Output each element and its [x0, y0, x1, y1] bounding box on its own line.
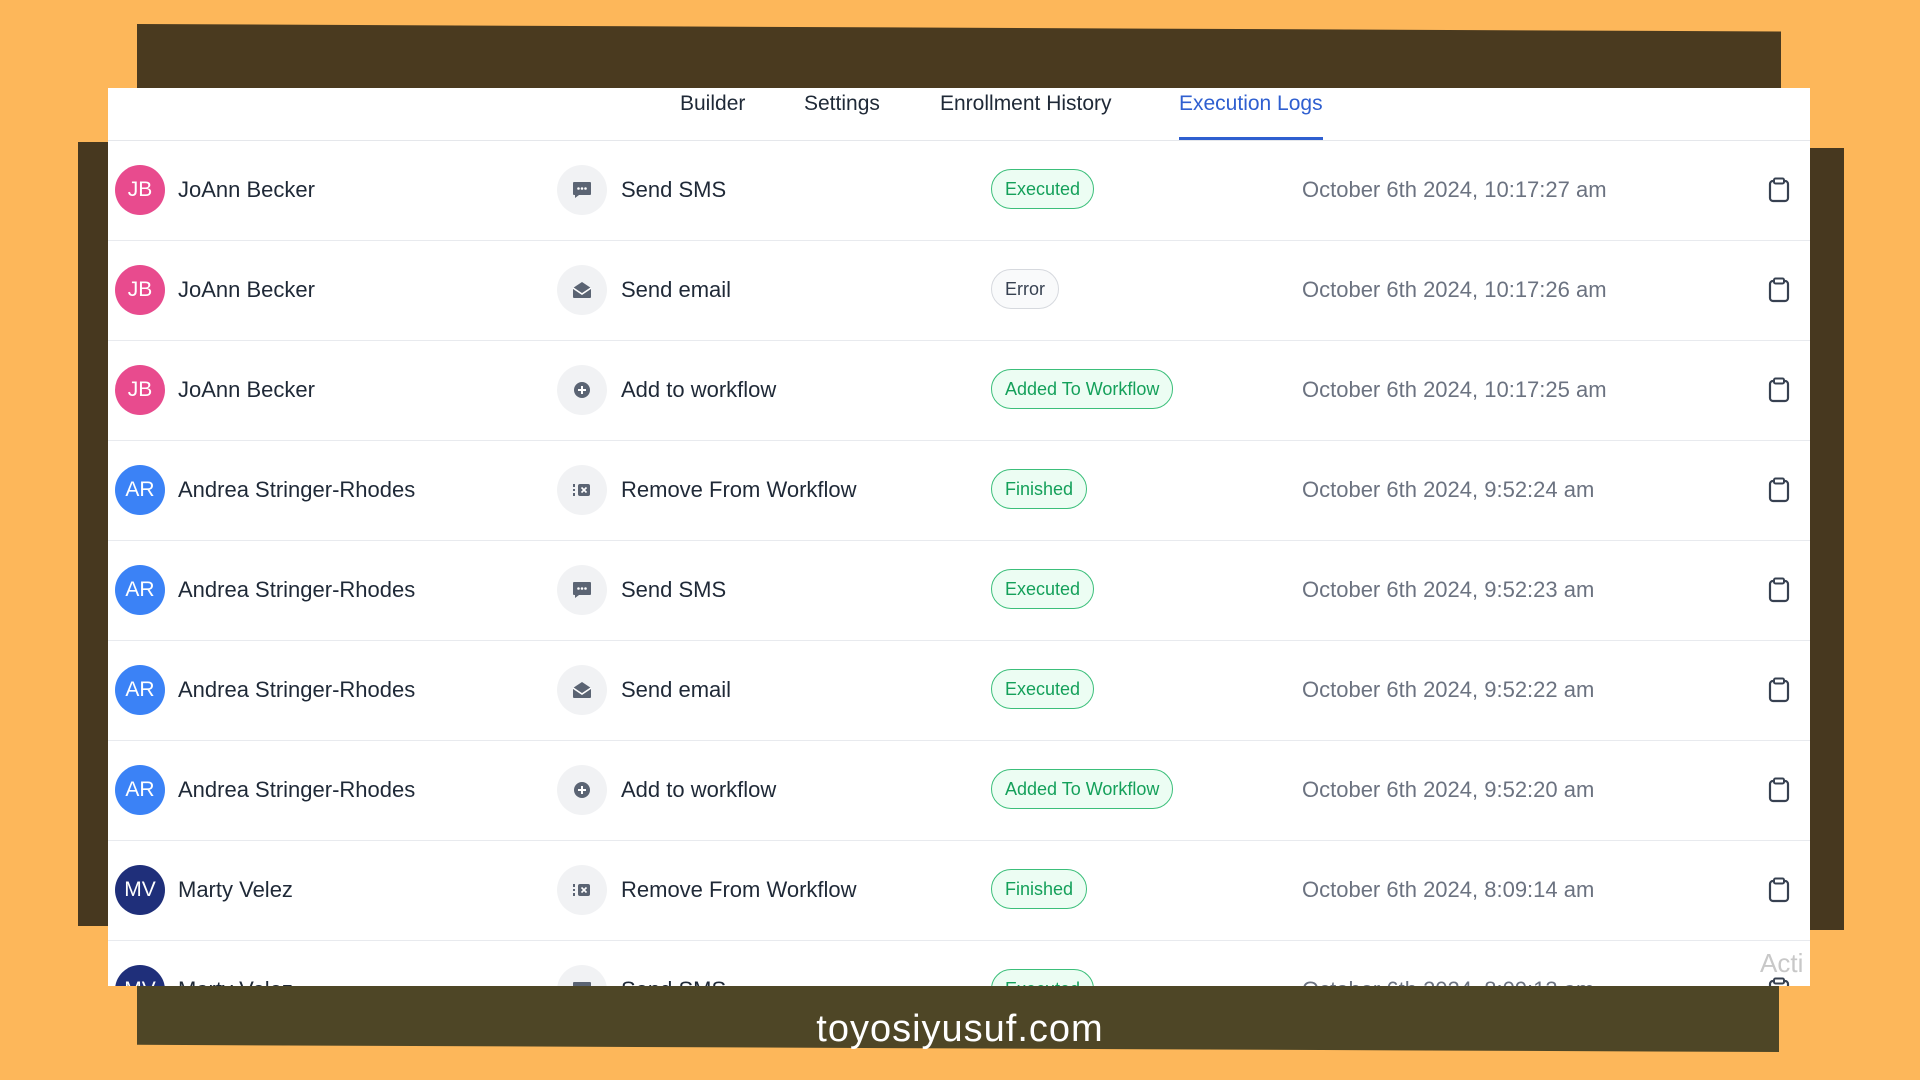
action-name: Remove From Workflow [621, 477, 857, 502]
log-row[interactable]: JB JoAnn Becker Send SMS Executed October 6t… [108, 141, 1810, 241]
action-name: Remove From Workflow [621, 877, 857, 902]
remove-workflow-icon [557, 865, 607, 915]
log-row[interactable]: AR Andrea Stringer-Rhodes Send SMS Executed… [108, 541, 1810, 641]
status-badge: Executed [991, 669, 1095, 709]
log-row[interactable]: JB JoAnn Becker Send email Error October 6th… [108, 241, 1810, 341]
plus-circle-icon [557, 765, 607, 815]
tab-bar: Builder Settings Enrollment History Exec… [108, 88, 1810, 141]
action-name: Send email [621, 677, 732, 702]
status-badge: Error [991, 269, 1059, 309]
status-badge: Executed [991, 169, 1095, 209]
sms-icon [557, 165, 607, 215]
remove-workflow-icon [557, 465, 607, 515]
avatar: AR [115, 765, 165, 815]
execution-time: October 6th 2024, 8:09:13 am [1302, 977, 1594, 986]
sms-icon [557, 965, 607, 986]
contact-name[interactable]: JoAnn Becker [178, 177, 315, 203]
clipboard-icon[interactable] [1768, 677, 1790, 703]
clipboard-icon[interactable] [1768, 877, 1790, 903]
clipboard-icon[interactable] [1768, 777, 1790, 803]
contact-name[interactable]: Marty Velez [178, 877, 293, 903]
avatar: AR [115, 665, 165, 715]
log-row[interactable]: MV Marty Velez Remove From Workflow Finishe… [108, 841, 1810, 941]
activate-windows-watermark: Acti [1760, 948, 1804, 978]
execution-time: October 6th 2024, 9:52:20 am [1302, 777, 1595, 802]
avatar: AR [115, 465, 165, 515]
log-row[interactable]: AR Andrea Stringer-Rhodes Add to workflow A… [108, 741, 1810, 841]
execution-time: October 6th 2024, 9:52:24 am [1302, 477, 1595, 502]
avatar: MV [115, 865, 165, 915]
action-name: Add to workflow [621, 777, 777, 802]
action-name: Send SMS [621, 577, 727, 602]
execution-time: October 6th 2024, 10:17:25 am [1302, 377, 1607, 402]
clipboard-icon[interactable] [1768, 277, 1790, 303]
contact-name[interactable]: Andrea Stringer-Rhodes [178, 477, 415, 503]
status-badge: Executed [991, 569, 1095, 609]
status-badge: Added To Workflow [991, 769, 1174, 809]
execution-logs-panel: Builder Settings Enrollment History Exec… [108, 88, 1810, 986]
avatar: JB [115, 165, 165, 215]
avatar: MV [115, 965, 165, 986]
log-row[interactable]: MV Marty Velez Send SMS Executed October 6th… [108, 941, 1810, 986]
avatar: AR [115, 565, 165, 615]
email-icon [557, 265, 607, 315]
action-name: Send email [621, 277, 732, 302]
log-list: JB JoAnn Becker Send SMS Executed October 6t… [108, 141, 1810, 986]
avatar: JB [115, 265, 165, 315]
action-name: Add to workflow [621, 377, 777, 402]
contact-name[interactable]: JoAnn Becker [178, 277, 315, 303]
execution-time: October 6th 2024, 10:17:26 am [1302, 277, 1607, 302]
execution-time: October 6th 2024, 10:17:27 am [1302, 177, 1607, 202]
email-icon [557, 665, 607, 715]
tab-builder[interactable]: Builder [680, 88, 745, 140]
status-badge: Executed [991, 969, 1095, 986]
log-row[interactable]: AR Andrea Stringer-Rhodes Remove From Work… [108, 441, 1810, 541]
contact-name[interactable]: Andrea Stringer-Rhodes [178, 677, 415, 703]
sms-icon [557, 565, 607, 615]
plus-circle-icon [557, 365, 607, 415]
footer-site-text: toyosiyusuf.com [816, 1008, 1104, 1050]
clipboard-icon[interactable] [1768, 577, 1790, 603]
action-name: Send SMS [621, 977, 726, 986]
execution-time: October 6th 2024, 9:52:23 am [1302, 577, 1595, 602]
execution-time: October 6th 2024, 9:52:22 am [1302, 677, 1595, 702]
tab-enrollment-history[interactable]: Enrollment History [940, 88, 1112, 140]
status-badge: Finished [991, 869, 1088, 909]
status-badge: Added To Workflow [991, 369, 1174, 409]
clipboard-icon[interactable] [1768, 177, 1790, 203]
log-row[interactable]: AR Andrea Stringer-Rhodes Send email Execut… [108, 641, 1810, 741]
contact-name[interactable]: Andrea Stringer-Rhodes [178, 777, 415, 803]
clipboard-icon[interactable] [1768, 377, 1790, 403]
clipboard-icon[interactable] [1768, 477, 1790, 503]
tab-settings[interactable]: Settings [804, 88, 880, 140]
contact-name[interactable]: Andrea Stringer-Rhodes [178, 577, 415, 603]
action-name: Send SMS [621, 177, 727, 202]
tab-execution-logs[interactable]: Execution Logs [1179, 88, 1323, 140]
contact-name[interactable]: JoAnn Becker [178, 377, 315, 403]
status-badge: Finished [991, 469, 1088, 509]
execution-time: October 6th 2024, 8:09:14 am [1302, 877, 1595, 902]
avatar: JB [115, 365, 165, 415]
contact-name[interactable]: Marty Velez [178, 977, 293, 986]
log-row[interactable]: JB JoAnn Becker Add to workflow Added To Wo… [108, 341, 1810, 441]
